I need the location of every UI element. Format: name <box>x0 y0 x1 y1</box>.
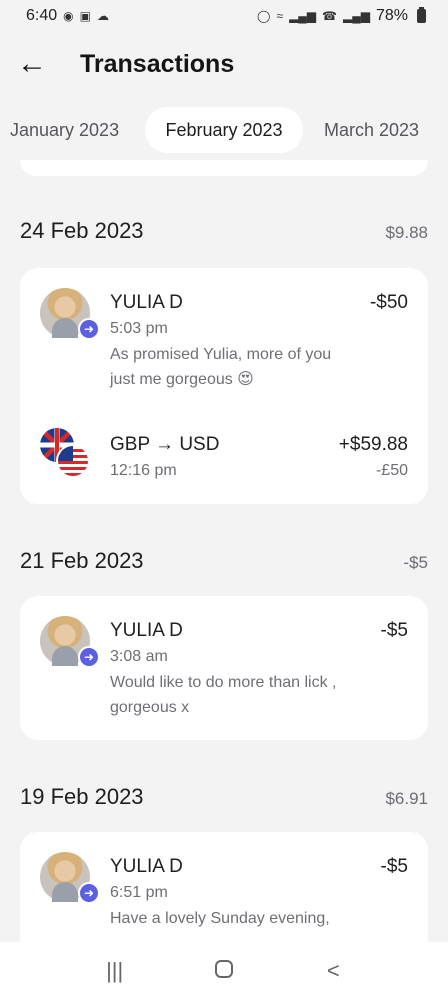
outgoing-arrow-icon: ➜ <box>78 318 100 340</box>
group-date: 21 Feb 2023 <box>20 548 144 573</box>
outgoing-arrow-icon: ➜ <box>78 646 100 668</box>
transaction-name: YULIA D <box>110 620 183 641</box>
transaction-note: Have a lovely Sunday evening, <box>110 910 330 927</box>
cloud-icon: ☁ <box>96 9 109 23</box>
transaction-note: As promised Yulia, more of you just me g… <box>110 346 332 388</box>
gallery-icon: ▣ <box>79 9 91 23</box>
transaction-row[interactable]: GBP → USD 12:16 pm +$59.88 -£50 <box>20 418 428 498</box>
avatar-body <box>52 882 78 902</box>
us-flag-icon <box>56 444 90 478</box>
transaction-amount: -$50 <box>369 292 408 313</box>
back-arrow-icon[interactable]: ← <box>0 32 64 96</box>
transaction-time: 12:16 pm <box>110 462 177 479</box>
signal-icon-2: ▂▄▆ <box>343 9 370 23</box>
group-date: 19 Feb 2023 <box>20 784 144 809</box>
group-total: -$5 <box>403 553 428 572</box>
recents-icon[interactable]: ||| <box>85 958 145 984</box>
group-date: 24 Feb 2023 <box>20 218 144 243</box>
avatar: ➜ <box>40 288 100 340</box>
home-icon <box>214 960 233 978</box>
outgoing-arrow-icon: ➜ <box>78 882 100 904</box>
month-tabs: January 2023 February 2023 March 2023 <box>0 104 448 156</box>
message-icon: ◉ <box>63 9 74 23</box>
group-total: $6.91 <box>385 789 428 808</box>
transaction-name: GBP → USD <box>110 434 220 455</box>
avatar: ➜ <box>40 616 100 668</box>
wifi-icon: ≈ <box>276 9 284 23</box>
transaction-name: YULIA D <box>110 856 183 877</box>
transaction-card: ➜ YULIA D 6:51 pm Have a lovely Sunday e… <box>20 832 428 942</box>
avatar: ➜ <box>40 852 100 904</box>
transaction-row[interactable]: ➜ YULIA D 6:51 pm Have a lovely Sunday e… <box>20 832 428 942</box>
previous-card-edge <box>20 160 428 176</box>
avatar-body <box>52 318 78 338</box>
status-left: 6:40 ◉ ▣ ☁ <box>26 7 109 25</box>
transaction-row[interactable]: ➜ YULIA D 5:03 pm As promised Yulia, mor… <box>20 268 428 396</box>
date-header: 19 Feb 2023 $6.91 <box>20 784 428 810</box>
vpn-key-icon: ◯ <box>257 9 271 23</box>
transaction-name: YULIA D <box>110 292 183 313</box>
avatar-body <box>52 646 78 666</box>
currency-flags-icon <box>40 428 92 480</box>
transaction-amount: +$59.88 <box>338 434 408 455</box>
tab-february-2023[interactable]: February 2023 <box>145 107 303 153</box>
tab-march-2023[interactable]: March 2023 <box>324 107 419 153</box>
transaction-sub-amount: -£50 <box>375 462 408 479</box>
signal-icon: ▂▄▆ <box>289 9 317 23</box>
group-total: $9.88 <box>385 223 428 242</box>
home-button[interactable] <box>194 958 254 984</box>
battery-icon <box>417 7 426 23</box>
transaction-note: Would like to do more than lick , gorgeo… <box>110 674 337 716</box>
status-time: 6:40 <box>26 7 58 24</box>
system-back-icon[interactable]: < <box>303 958 363 984</box>
battery-percent: 78% <box>375 7 408 24</box>
transaction-row[interactable]: ➜ YULIA D 3:08 am Would like to do more … <box>20 596 428 740</box>
transaction-card: ➜ YULIA D 3:08 am Would like to do more … <box>20 596 428 740</box>
wifi-calling-icon: ☎ <box>322 9 337 23</box>
transactions-list[interactable]: 24 Feb 2023 $9.88 ➜ YULIA D 5:03 pm As p… <box>0 160 448 942</box>
status-right: ◯ ≈ ▂▄▆ ☎ ▂▄▆ 78% <box>257 7 426 25</box>
transaction-time: 6:51 pm <box>110 884 168 901</box>
transaction-amount: -$5 <box>380 620 408 641</box>
transaction-card: ➜ YULIA D 5:03 pm As promised Yulia, mor… <box>20 268 428 504</box>
system-nav-bar: ||| < <box>0 942 448 1000</box>
status-bar: 6:40 ◉ ▣ ☁ ◯ ≈ ▂▄▆ ☎ ▂▄▆ 78% <box>0 0 448 32</box>
date-header: 21 Feb 2023 -$5 <box>20 548 428 574</box>
date-header: 24 Feb 2023 $9.88 <box>20 218 428 244</box>
app-header: ← Transactions <box>0 32 448 96</box>
page-title: Transactions <box>80 49 235 78</box>
tab-january-2023[interactable]: January 2023 <box>10 107 119 153</box>
transaction-time: 5:03 pm <box>110 320 168 337</box>
transaction-time: 3:08 am <box>110 648 168 665</box>
transaction-amount: -$5 <box>380 856 408 877</box>
